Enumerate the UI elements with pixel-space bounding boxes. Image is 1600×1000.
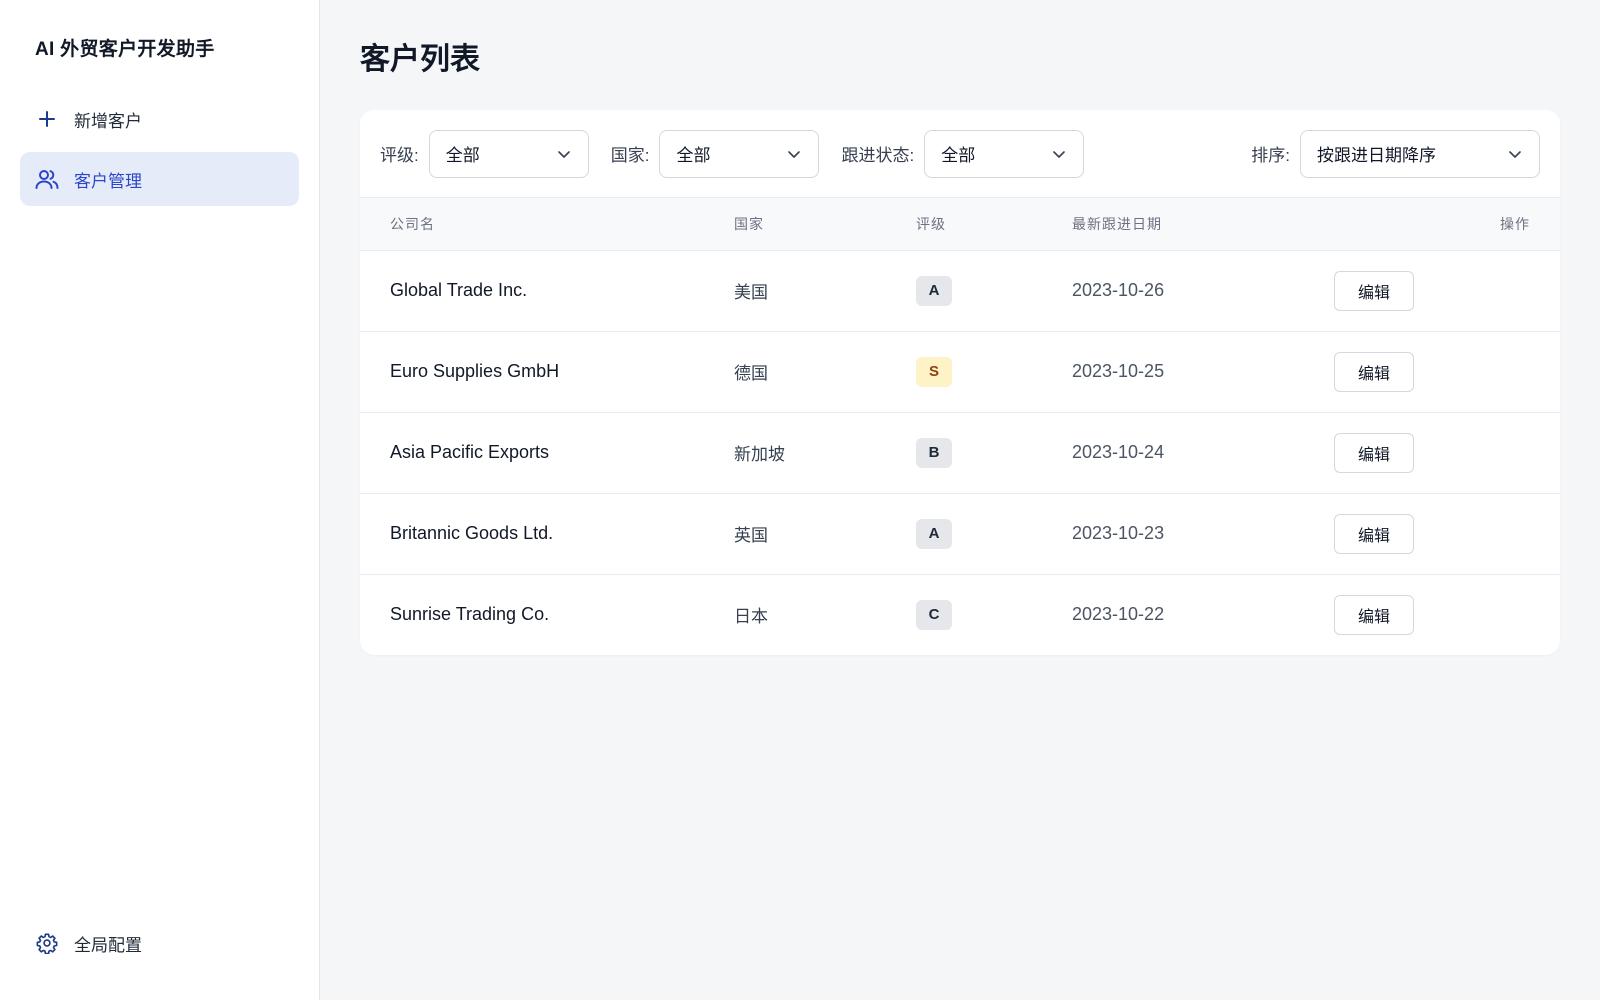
sidebar-item-label: 全局配置 (74, 935, 142, 955)
sidebar-footer: 全局配置 (20, 916, 299, 970)
edit-button[interactable]: 编辑 (1334, 432, 1414, 473)
table-row: Global Trade Inc. 美国 A 2023-10-26 编辑 (360, 250, 1560, 331)
rating-badge: B (916, 437, 952, 468)
rating-badge: C (916, 599, 952, 630)
chevron-down-icon (1509, 150, 1521, 158)
action-cell: 编辑 (1334, 331, 1560, 412)
table-row: Euro Supplies GmbH 德国 S 2023-10-25 编辑 (360, 331, 1560, 412)
rating-filter: 评级: 全部 (380, 129, 589, 178)
plus-icon (34, 106, 60, 132)
rating-select[interactable]: 全部 (428, 129, 589, 178)
action-cell: 编辑 (1334, 250, 1560, 331)
header-action: 操作 (1334, 198, 1560, 251)
country-cell: 美国 (734, 283, 768, 302)
rating-badge: A (916, 518, 952, 549)
date-cell: 2023-10-26 (1072, 280, 1165, 300)
rating-filter-label: 评级: (380, 146, 419, 165)
table-row: Asia Pacific Exports 新加坡 B 2023-10-24 编辑 (360, 412, 1560, 493)
filter-bar: 评级: 全部 国家: 全部 跟进状态: 全部 排序: 按跟进日期降序 (360, 110, 1560, 198)
gear-icon (34, 930, 60, 956)
sidebar-item-label: 新增客户 (74, 111, 142, 131)
table-header: 公司名 国家 评级 最新跟进日期 操作 (360, 198, 1560, 251)
rating-badge: S (916, 356, 952, 387)
sidebar: AI 外贸客户开发助手 新增客户 客户管理 全局配置 (0, 0, 320, 1000)
sidebar-item-customer-management[interactable]: 客户管理 (20, 152, 299, 206)
country-cell: 德国 (734, 364, 768, 383)
date-cell: 2023-10-23 (1072, 523, 1165, 543)
sort-select-value: 按跟进日期降序 (1317, 146, 1436, 165)
company-cell: Global Trade Inc. (390, 280, 528, 300)
customer-table: 公司名 国家 评级 最新跟进日期 操作 Global Trade Inc. 美国… (360, 198, 1560, 655)
page-title: 客户列表 (360, 43, 480, 76)
sidebar-item-add-customer[interactable]: 新增客户 (20, 92, 299, 146)
edit-button[interactable]: 编辑 (1334, 513, 1414, 554)
chevron-down-icon (788, 150, 801, 158)
country-filter-label: 国家: (610, 146, 650, 165)
rating-cell: S (916, 331, 1072, 412)
sidebar-nav: 新增客户 客户管理 (0, 92, 319, 206)
edit-button[interactable]: 编辑 (1334, 594, 1414, 635)
app-title: AI 外贸客户开发助手 (35, 39, 215, 60)
status-select-value: 全部 (941, 146, 976, 165)
status-filter: 跟进状态: 全部 (841, 129, 1085, 178)
table-row: Sunrise Trading Co. 日本 C 2023-10-22 编辑 (360, 574, 1560, 655)
edit-button[interactable]: 编辑 (1334, 351, 1414, 392)
chevron-down-icon (1053, 150, 1066, 158)
sidebar-item-global-config[interactable]: 全局配置 (20, 916, 299, 970)
company-cell: Sunrise Trading Co. (390, 604, 550, 625)
action-cell: 编辑 (1334, 412, 1560, 493)
country-cell: 英国 (734, 526, 768, 545)
app: AI 外贸客户开发助手 新增客户 客户管理 全局配置 客户列表 评级: 全部 国… (0, 0, 1600, 1000)
status-filter-label: 跟进状态: (841, 146, 915, 165)
header-rating: 评级 (916, 198, 1072, 251)
date-cell: 2023-10-22 (1072, 604, 1165, 625)
company-cell: Britannic Goods Ltd. (390, 523, 554, 543)
rating-cell: A (916, 493, 1072, 574)
sidebar-item-label: 客户管理 (74, 171, 142, 191)
table-row: Britannic Goods Ltd. 英国 A 2023-10-23 编辑 (360, 493, 1560, 574)
table-body: Global Trade Inc. 美国 A 2023-10-26 编辑 Eur… (360, 250, 1560, 655)
header-date: 最新跟进日期 (1072, 198, 1334, 251)
status-select[interactable]: 全部 (924, 129, 1085, 178)
country-select[interactable]: 全部 (659, 129, 820, 178)
country-cell: 新加坡 (734, 445, 785, 464)
header-country: 国家 (734, 198, 916, 251)
date-cell: 2023-10-25 (1072, 361, 1165, 381)
rating-cell: C (916, 574, 1072, 655)
action-cell: 编辑 (1334, 493, 1560, 574)
rating-cell: A (916, 250, 1072, 331)
chevron-down-icon (557, 150, 570, 158)
country-select-value: 全部 (676, 146, 711, 165)
header-company: 公司名 (360, 198, 734, 251)
country-cell: 日本 (734, 607, 768, 627)
users-icon (34, 166, 60, 192)
company-cell: Euro Supplies GmbH (390, 361, 560, 381)
main-content: 客户列表 评级: 全部 国家: 全部 跟进状态: 全部 排序: 按跟进日期降序 … (320, 0, 1600, 1000)
rating-select-value: 全部 (445, 146, 480, 165)
customer-table-card: 评级: 全部 国家: 全部 跟进状态: 全部 排序: 按跟进日期降序 公司名 国… (360, 110, 1560, 655)
action-cell: 编辑 (1334, 574, 1560, 655)
edit-button[interactable]: 编辑 (1334, 270, 1414, 311)
date-cell: 2023-10-24 (1072, 442, 1165, 462)
rating-cell: B (916, 412, 1072, 493)
country-filter: 国家: 全部 (610, 129, 820, 178)
rating-badge: A (916, 275, 952, 306)
sort-select[interactable]: 按跟进日期降序 (1300, 129, 1540, 178)
sort-filter-label: 排序: (1251, 146, 1290, 165)
sort-filter: 排序: 按跟进日期降序 (1251, 129, 1540, 178)
company-cell: Asia Pacific Exports (390, 442, 550, 462)
